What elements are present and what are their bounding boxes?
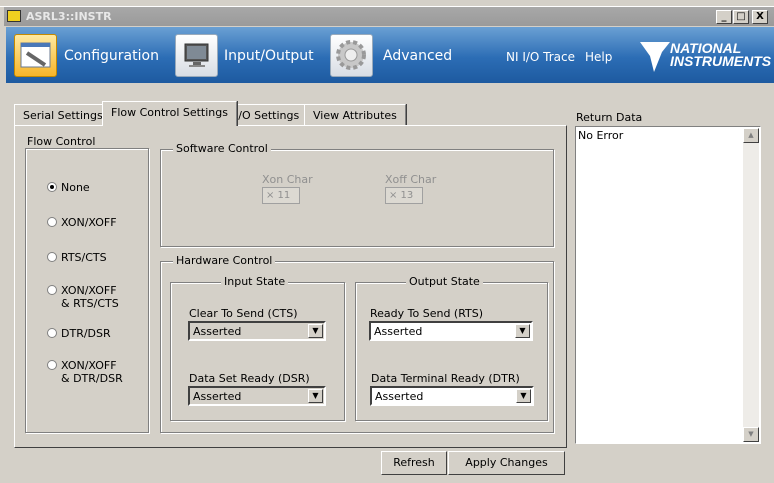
flow-control-option-label[interactable]: XON/XOFF & RTS/CTS bbox=[61, 284, 119, 310]
rts-dropdown[interactable]: Asserted ▼ bbox=[369, 321, 533, 341]
tab-flow-control-settings[interactable]: Flow Control Settings bbox=[102, 101, 237, 126]
monitor-icon[interactable] bbox=[175, 34, 218, 77]
nav-advanced[interactable]: Advanced bbox=[383, 48, 452, 64]
close-button[interactable]: X bbox=[752, 10, 768, 24]
flow-control-radio[interactable] bbox=[47, 328, 57, 338]
tab-view-attributes[interactable]: View Attributes bbox=[304, 104, 406, 126]
nav-input-output[interactable]: Input/Output bbox=[224, 48, 314, 64]
xoff-char-label: Xoff Char bbox=[385, 173, 437, 186]
flow-control-title: Flow Control bbox=[27, 135, 96, 148]
input-state-title: Input State bbox=[221, 275, 289, 288]
flow-control-radio[interactable] bbox=[47, 360, 57, 370]
chevron-down-icon[interactable]: ▼ bbox=[516, 389, 531, 403]
dtr-dropdown[interactable]: Asserted ▼ bbox=[370, 386, 534, 406]
flow-control-radio[interactable] bbox=[47, 252, 57, 262]
flow-control-radio[interactable] bbox=[47, 217, 57, 227]
dtr-value: Asserted bbox=[375, 390, 424, 403]
xoff-char-input[interactable]: × 13 bbox=[385, 187, 423, 204]
scroll-up-icon[interactable]: ▲ bbox=[743, 128, 759, 143]
maximize-button[interactable]: □ bbox=[733, 10, 749, 24]
background-strip bbox=[0, 0, 774, 7]
apply-changes-button[interactable]: Apply Changes bbox=[448, 451, 565, 475]
scroll-down-icon[interactable]: ▼ bbox=[743, 427, 759, 442]
gear-icon[interactable] bbox=[330, 34, 373, 77]
return-data-textarea[interactable]: No Error bbox=[575, 126, 761, 444]
tab-io-settings[interactable]: I/O Settings bbox=[226, 104, 309, 126]
chevron-down-icon[interactable]: ▼ bbox=[515, 324, 530, 338]
chevron-down-icon[interactable]: ▼ bbox=[308, 389, 323, 403]
cts-dropdown[interactable]: Asserted ▼ bbox=[188, 321, 326, 341]
help-link[interactable]: Help bbox=[585, 50, 612, 64]
ni-logo-mark-icon bbox=[640, 42, 670, 72]
return-data-label: Return Data bbox=[576, 111, 643, 124]
flow-control-option-label[interactable]: None bbox=[61, 181, 90, 194]
dsr-label: Data Set Ready (DSR) bbox=[189, 372, 310, 385]
xon-char-input[interactable]: × 11 bbox=[262, 187, 300, 204]
flow-control-option-label[interactable]: RTS/CTS bbox=[61, 251, 107, 264]
cts-label: Clear To Send (CTS) bbox=[189, 307, 298, 320]
tab-serial-settings[interactable]: Serial Settings bbox=[14, 104, 112, 126]
flow-control-option-label[interactable]: XON/XOFF bbox=[61, 216, 117, 229]
nav-configuration[interactable]: Configuration bbox=[64, 48, 159, 64]
scrollbar[interactable]: ▲ ▼ bbox=[743, 128, 759, 442]
flow-control-option-label[interactable]: DTR/DSR bbox=[61, 327, 111, 340]
xon-char-label: Xon Char bbox=[262, 173, 313, 186]
flow-control-option-label[interactable]: XON/XOFF & DTR/DSR bbox=[61, 359, 123, 385]
cts-value: Asserted bbox=[193, 325, 242, 338]
software-control-title: Software Control bbox=[173, 142, 271, 155]
wrench-settings-icon[interactable] bbox=[14, 34, 57, 77]
chevron-down-icon[interactable]: ▼ bbox=[308, 324, 323, 338]
flow-control-radio[interactable] bbox=[47, 182, 57, 192]
hardware-control-title: Hardware Control bbox=[173, 254, 276, 267]
ni-logo-text: NATIONAL INSTRUMENTS bbox=[670, 40, 772, 69]
software-control-group: Software Control bbox=[160, 142, 554, 247]
minimize-button[interactable]: _ bbox=[716, 10, 732, 24]
rts-label: Ready To Send (RTS) bbox=[370, 307, 484, 320]
output-state-title: Output State bbox=[406, 275, 483, 288]
flow-control-radio[interactable] bbox=[47, 285, 57, 295]
dtr-label: Data Terminal Ready (DTR) bbox=[371, 372, 520, 385]
dsr-value: Asserted bbox=[193, 390, 242, 403]
title-bar: ASRL3::INSTR bbox=[4, 7, 774, 26]
labview-app-icon bbox=[7, 10, 21, 22]
rts-value: Asserted bbox=[374, 325, 423, 338]
refresh-button[interactable]: Refresh bbox=[381, 451, 447, 475]
return-data-value: No Error bbox=[578, 129, 624, 142]
ni-io-trace-link[interactable]: NI I/O Trace bbox=[506, 50, 575, 64]
dsr-dropdown[interactable]: Asserted ▼ bbox=[188, 386, 326, 406]
